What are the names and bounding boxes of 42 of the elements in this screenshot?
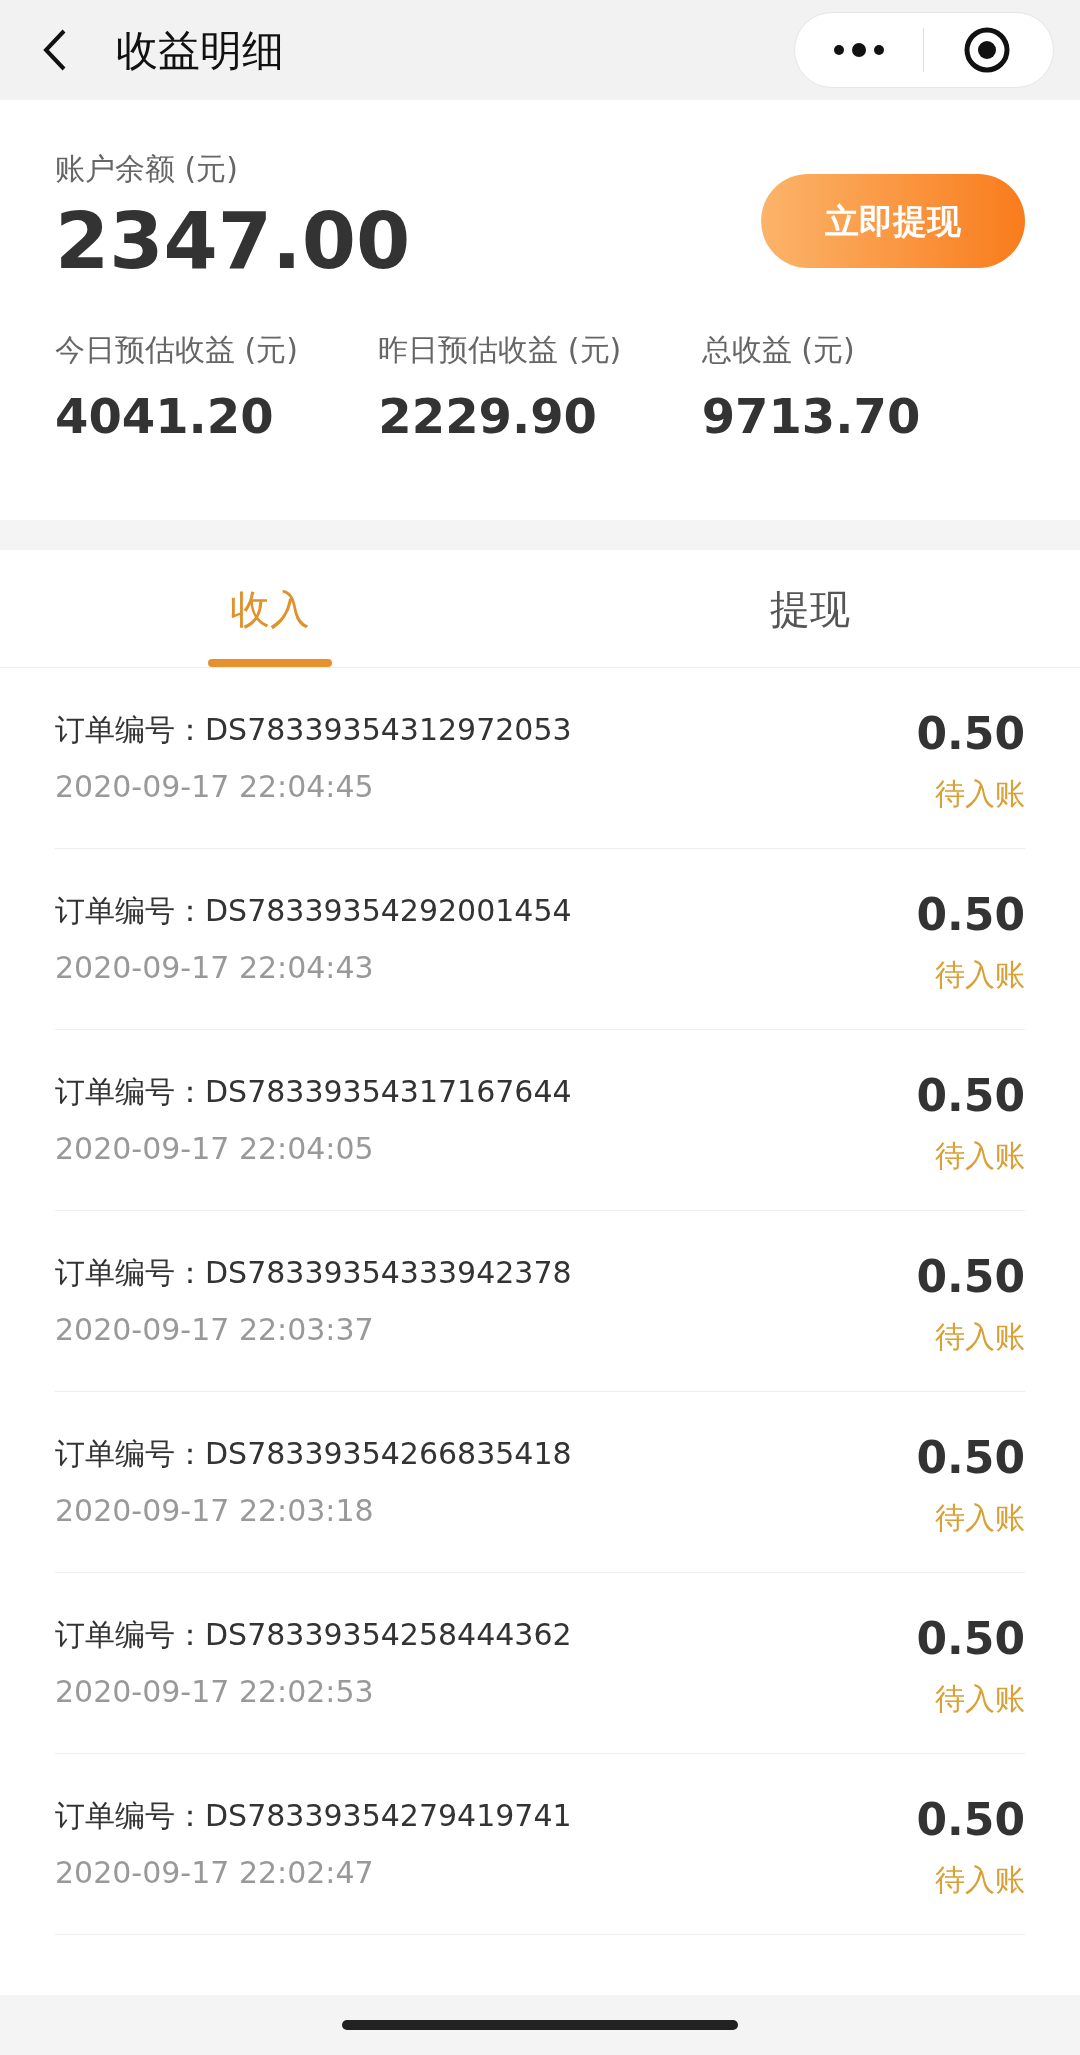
income-amount: 0.50 <box>916 1792 1025 1847</box>
tab[interactable]: 提现 <box>540 550 1080 667</box>
page-title: 收益明细 <box>116 24 284 77</box>
balance-label: 账户余额 (元) <box>55 150 239 188</box>
target-icon[interactable] <box>962 25 1012 75</box>
order-number: 订单编号：DS78339354279419741 <box>55 1797 572 1835</box>
order-time: 2020-09-17 22:03:18 <box>55 1492 375 1530</box>
order-number: 订单编号：DS78339354312972053 <box>55 711 572 749</box>
stat-value: 9713.70 <box>701 386 922 446</box>
income-amount: 0.50 <box>916 1611 1025 1666</box>
stat-value: 4041.20 <box>55 386 275 446</box>
stat-value: 2229.90 <box>378 386 598 446</box>
balance-amount: 2347.00 <box>55 195 411 288</box>
status-label: 待入账 <box>935 774 1025 813</box>
income-amount: 0.50 <box>916 887 1025 942</box>
stat-label: 今日预估收益 (元) <box>55 330 299 369</box>
income-amount: 0.50 <box>916 706 1025 761</box>
income-amount: 0.50 <box>916 1068 1025 1123</box>
status-label: 待入账 <box>935 1679 1025 1718</box>
status-label: 待入账 <box>935 1498 1025 1537</box>
income-amount: 0.50 <box>916 1430 1025 1485</box>
order-number: 订单编号：DS78339354333942378 <box>55 1254 572 1292</box>
order-time: 2020-09-17 22:02:53 <box>55 1673 375 1711</box>
withdraw-button[interactable]: 立即提现 <box>761 174 1025 268</box>
order-number: 订单编号：DS78339354258444362 <box>55 1616 572 1654</box>
order-time: 2020-09-17 22:04:43 <box>55 949 375 987</box>
order-number: 订单编号：DS78339354292001454 <box>55 892 572 930</box>
tab[interactable]: 收入 <box>0 550 540 667</box>
order-time: 2020-09-17 22:02:47 <box>55 1854 375 1892</box>
status-label: 待入账 <box>935 1860 1025 1899</box>
status-label: 待入账 <box>935 1136 1025 1175</box>
status-label: 待入账 <box>935 955 1025 994</box>
order-number: 订单编号：DS78339354266835418 <box>55 1435 572 1473</box>
order-time: 2020-09-17 22:04:05 <box>55 1130 375 1168</box>
stat-label: 昨日预估收益 (元) <box>378 330 623 369</box>
income-amount: 0.50 <box>916 1249 1025 1304</box>
order-time: 2020-09-17 22:04:45 <box>55 768 375 806</box>
more-icon[interactable] <box>831 42 887 58</box>
order-time: 2020-09-17 22:03:37 <box>55 1311 375 1349</box>
order-number: 订单编号：DS78339354317167644 <box>55 1073 572 1111</box>
stat-label: 总收益 (元) <box>701 330 856 369</box>
status-label: 待入账 <box>935 1317 1025 1356</box>
